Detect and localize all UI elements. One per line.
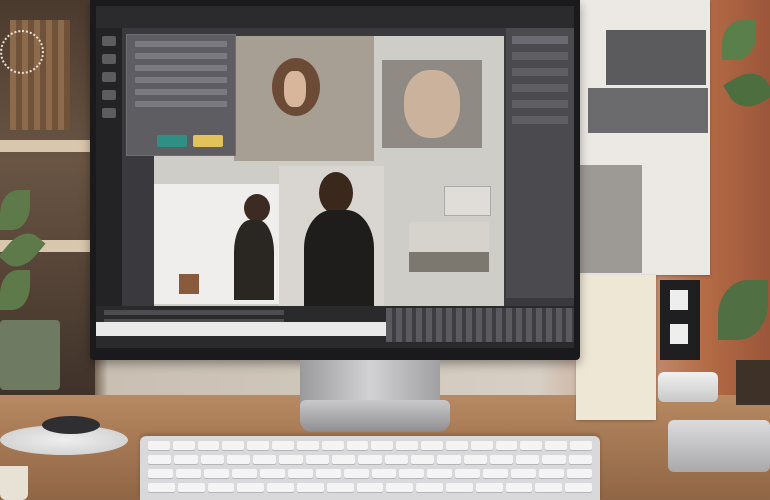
property-row[interactable] bbox=[135, 89, 227, 95]
mouse[interactable] bbox=[42, 416, 100, 434]
tool-icon[interactable] bbox=[102, 54, 116, 64]
key-row bbox=[148, 483, 592, 492]
tool-icon[interactable] bbox=[102, 90, 116, 100]
left-plant bbox=[0, 180, 46, 330]
hanging-decor bbox=[0, 30, 44, 74]
board-photo bbox=[588, 88, 708, 133]
cup bbox=[0, 466, 28, 500]
filmstrip[interactable] bbox=[386, 308, 574, 342]
right-plant bbox=[712, 0, 770, 180]
property-row[interactable] bbox=[135, 41, 227, 47]
thumbnail[interactable] bbox=[444, 186, 491, 216]
layer-row[interactable] bbox=[512, 68, 568, 76]
monitor-stand bbox=[300, 360, 440, 405]
layer-row[interactable] bbox=[512, 52, 568, 60]
face bbox=[284, 71, 306, 107]
tool-sidebar bbox=[96, 28, 122, 328]
speaker bbox=[658, 372, 718, 402]
key-row bbox=[148, 455, 593, 464]
plant-pot bbox=[736, 360, 770, 405]
tool-icon[interactable] bbox=[102, 72, 116, 82]
teal-swatch[interactable] bbox=[157, 135, 187, 147]
photo-landscape[interactable] bbox=[409, 222, 489, 272]
property-row[interactable] bbox=[135, 65, 227, 71]
app-menubar bbox=[96, 6, 574, 28]
yellow-swatch[interactable] bbox=[193, 135, 223, 147]
photo-seated-figure[interactable] bbox=[154, 184, 279, 304]
cup bbox=[179, 274, 199, 294]
timeline-track[interactable] bbox=[104, 310, 284, 315]
plant-pot bbox=[0, 320, 60, 390]
monitor-stand-base bbox=[300, 400, 450, 432]
key-row bbox=[148, 441, 592, 450]
monitor-screen bbox=[96, 6, 574, 348]
photo-face-closeup[interactable] bbox=[382, 60, 482, 148]
key-row bbox=[148, 469, 592, 478]
layer-row[interactable] bbox=[512, 116, 568, 124]
shelf-board bbox=[0, 140, 95, 152]
panel-button[interactable] bbox=[512, 36, 568, 44]
board-photo bbox=[606, 30, 706, 85]
properties-panel bbox=[126, 34, 236, 156]
board-photo bbox=[580, 165, 642, 273]
timeline-ruler bbox=[96, 322, 386, 336]
property-row[interactable] bbox=[135, 77, 227, 83]
property-row[interactable] bbox=[135, 53, 227, 59]
dark-card bbox=[660, 280, 700, 360]
keyboard[interactable] bbox=[140, 436, 600, 500]
layer-row[interactable] bbox=[512, 84, 568, 92]
photo-portrait-top[interactable] bbox=[234, 36, 374, 161]
face bbox=[404, 70, 460, 138]
paper-sheet bbox=[576, 275, 656, 420]
pinned-board bbox=[580, 0, 710, 275]
tool-icon[interactable] bbox=[102, 108, 116, 118]
layer-row[interactable] bbox=[512, 100, 568, 108]
router bbox=[668, 420, 770, 472]
tool-icon[interactable] bbox=[102, 36, 116, 46]
layers-panel bbox=[506, 28, 574, 298]
property-row[interactable] bbox=[135, 101, 227, 107]
photo-standing-figure[interactable] bbox=[279, 166, 384, 306]
